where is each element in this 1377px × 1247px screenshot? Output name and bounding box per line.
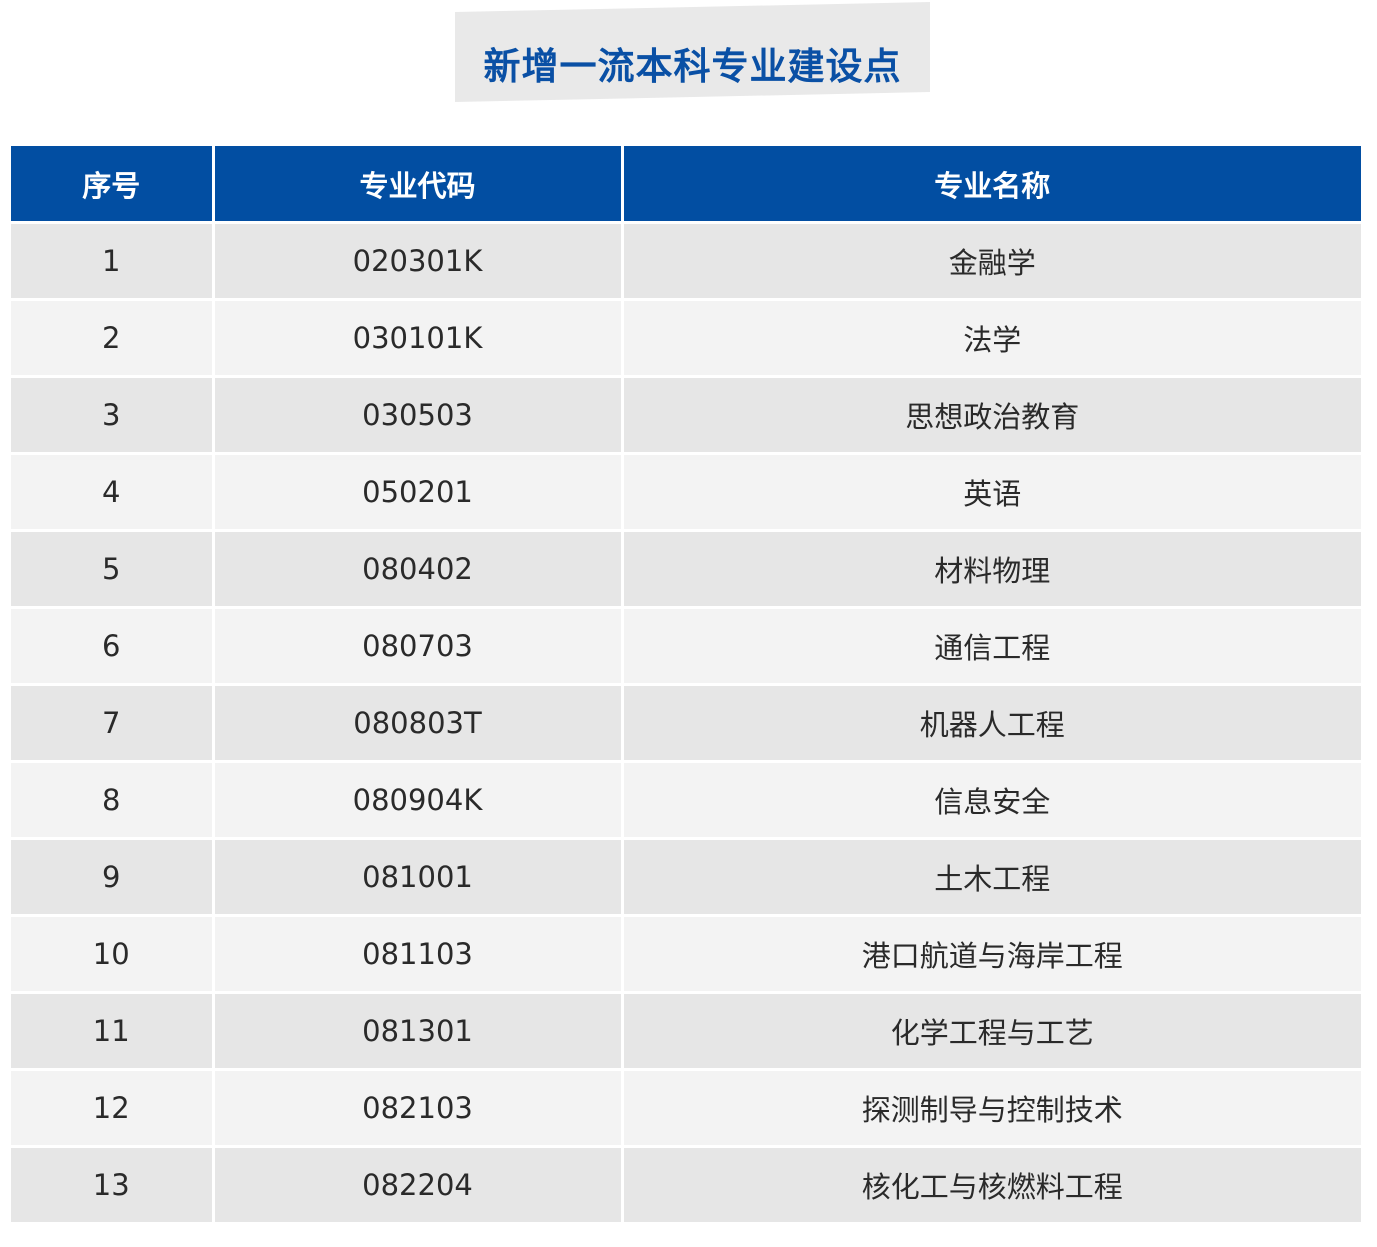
table-row: 6 080703 通信工程 <box>11 607 1361 686</box>
major-code: 081001 <box>213 838 624 917</box>
table-body: 1 020301K 金融学 2 030101K 法学 3 030503 思想政治教育 4 05020… <box>11 222 1361 1225</box>
table-row: 8 080904K 信息安全 <box>11 761 1361 840</box>
major-name: 机器人工程 <box>622 684 1361 763</box>
table-row: 5 080402 材料物理 <box>11 530 1361 609</box>
major-name: 港口航道与海岸工程 <box>622 915 1361 994</box>
table-row: 3 030503 思想政治教育 <box>11 376 1361 455</box>
row-index: 11 <box>11 992 215 1071</box>
table-row: 1 020301K 金融学 <box>11 222 1361 301</box>
row-index: 1 <box>11 222 215 301</box>
major-code: 020301K <box>213 222 624 301</box>
major-name: 探测制导与控制技术 <box>622 1069 1361 1148</box>
header-major-name: 专业名称 <box>622 146 1361 224</box>
header-index: 序号 <box>11 146 215 224</box>
major-code: 030503 <box>213 376 624 455</box>
row-index: 9 <box>11 838 215 917</box>
table-row: 13 082204 核化工与核燃料工程 <box>11 1146 1361 1225</box>
major-code: 080803T <box>213 684 624 763</box>
major-name: 土木工程 <box>622 838 1361 917</box>
major-name: 材料物理 <box>622 530 1361 609</box>
major-code: 030101K <box>213 299 624 378</box>
row-index: 2 <box>11 299 215 378</box>
major-code: 050201 <box>213 453 624 532</box>
major-code: 082103 <box>213 1069 624 1148</box>
major-code: 080904K <box>213 761 624 840</box>
table-row: 7 080803T 机器人工程 <box>11 684 1361 763</box>
row-index: 4 <box>11 453 215 532</box>
major-name: 金融学 <box>622 222 1361 301</box>
major-code: 081301 <box>213 992 624 1071</box>
table-row: 9 081001 土木工程 <box>11 838 1361 917</box>
row-index: 3 <box>11 376 215 455</box>
row-index: 12 <box>11 1069 215 1148</box>
table-header-row: 序号 专业代码 专业名称 <box>11 146 1361 224</box>
major-name: 思想政治教育 <box>622 376 1361 455</box>
row-index: 6 <box>11 607 215 686</box>
major-name: 化学工程与工艺 <box>622 992 1361 1071</box>
title-banner: 新增一流本科专业建设点 <box>455 2 930 102</box>
table-row: 11 081301 化学工程与工艺 <box>11 992 1361 1071</box>
major-code: 082204 <box>213 1146 624 1225</box>
row-index: 5 <box>11 530 215 609</box>
table-row: 2 030101K 法学 <box>11 299 1361 378</box>
table-row: 10 081103 港口航道与海岸工程 <box>11 915 1361 994</box>
major-name: 核化工与核燃料工程 <box>622 1146 1361 1225</box>
row-index: 10 <box>11 915 215 994</box>
major-code: 080703 <box>213 607 624 686</box>
table-row: 4 050201 英语 <box>11 453 1361 532</box>
page-title: 新增一流本科专业建设点 <box>483 45 902 88</box>
major-code: 081103 <box>213 915 624 994</box>
header-major-code: 专业代码 <box>213 146 624 224</box>
row-index: 7 <box>11 684 215 763</box>
major-name: 信息安全 <box>622 761 1361 840</box>
major-name: 通信工程 <box>622 607 1361 686</box>
row-index: 8 <box>11 761 215 840</box>
row-index: 13 <box>11 1146 215 1225</box>
majors-table: 序号 专业代码 专业名称 1 020301K 金融学 2 030101K 法学 3 03050… <box>11 146 1361 1225</box>
major-code: 080402 <box>213 530 624 609</box>
major-name: 法学 <box>622 299 1361 378</box>
table-row: 12 082103 探测制导与控制技术 <box>11 1069 1361 1148</box>
major-name: 英语 <box>622 453 1361 532</box>
